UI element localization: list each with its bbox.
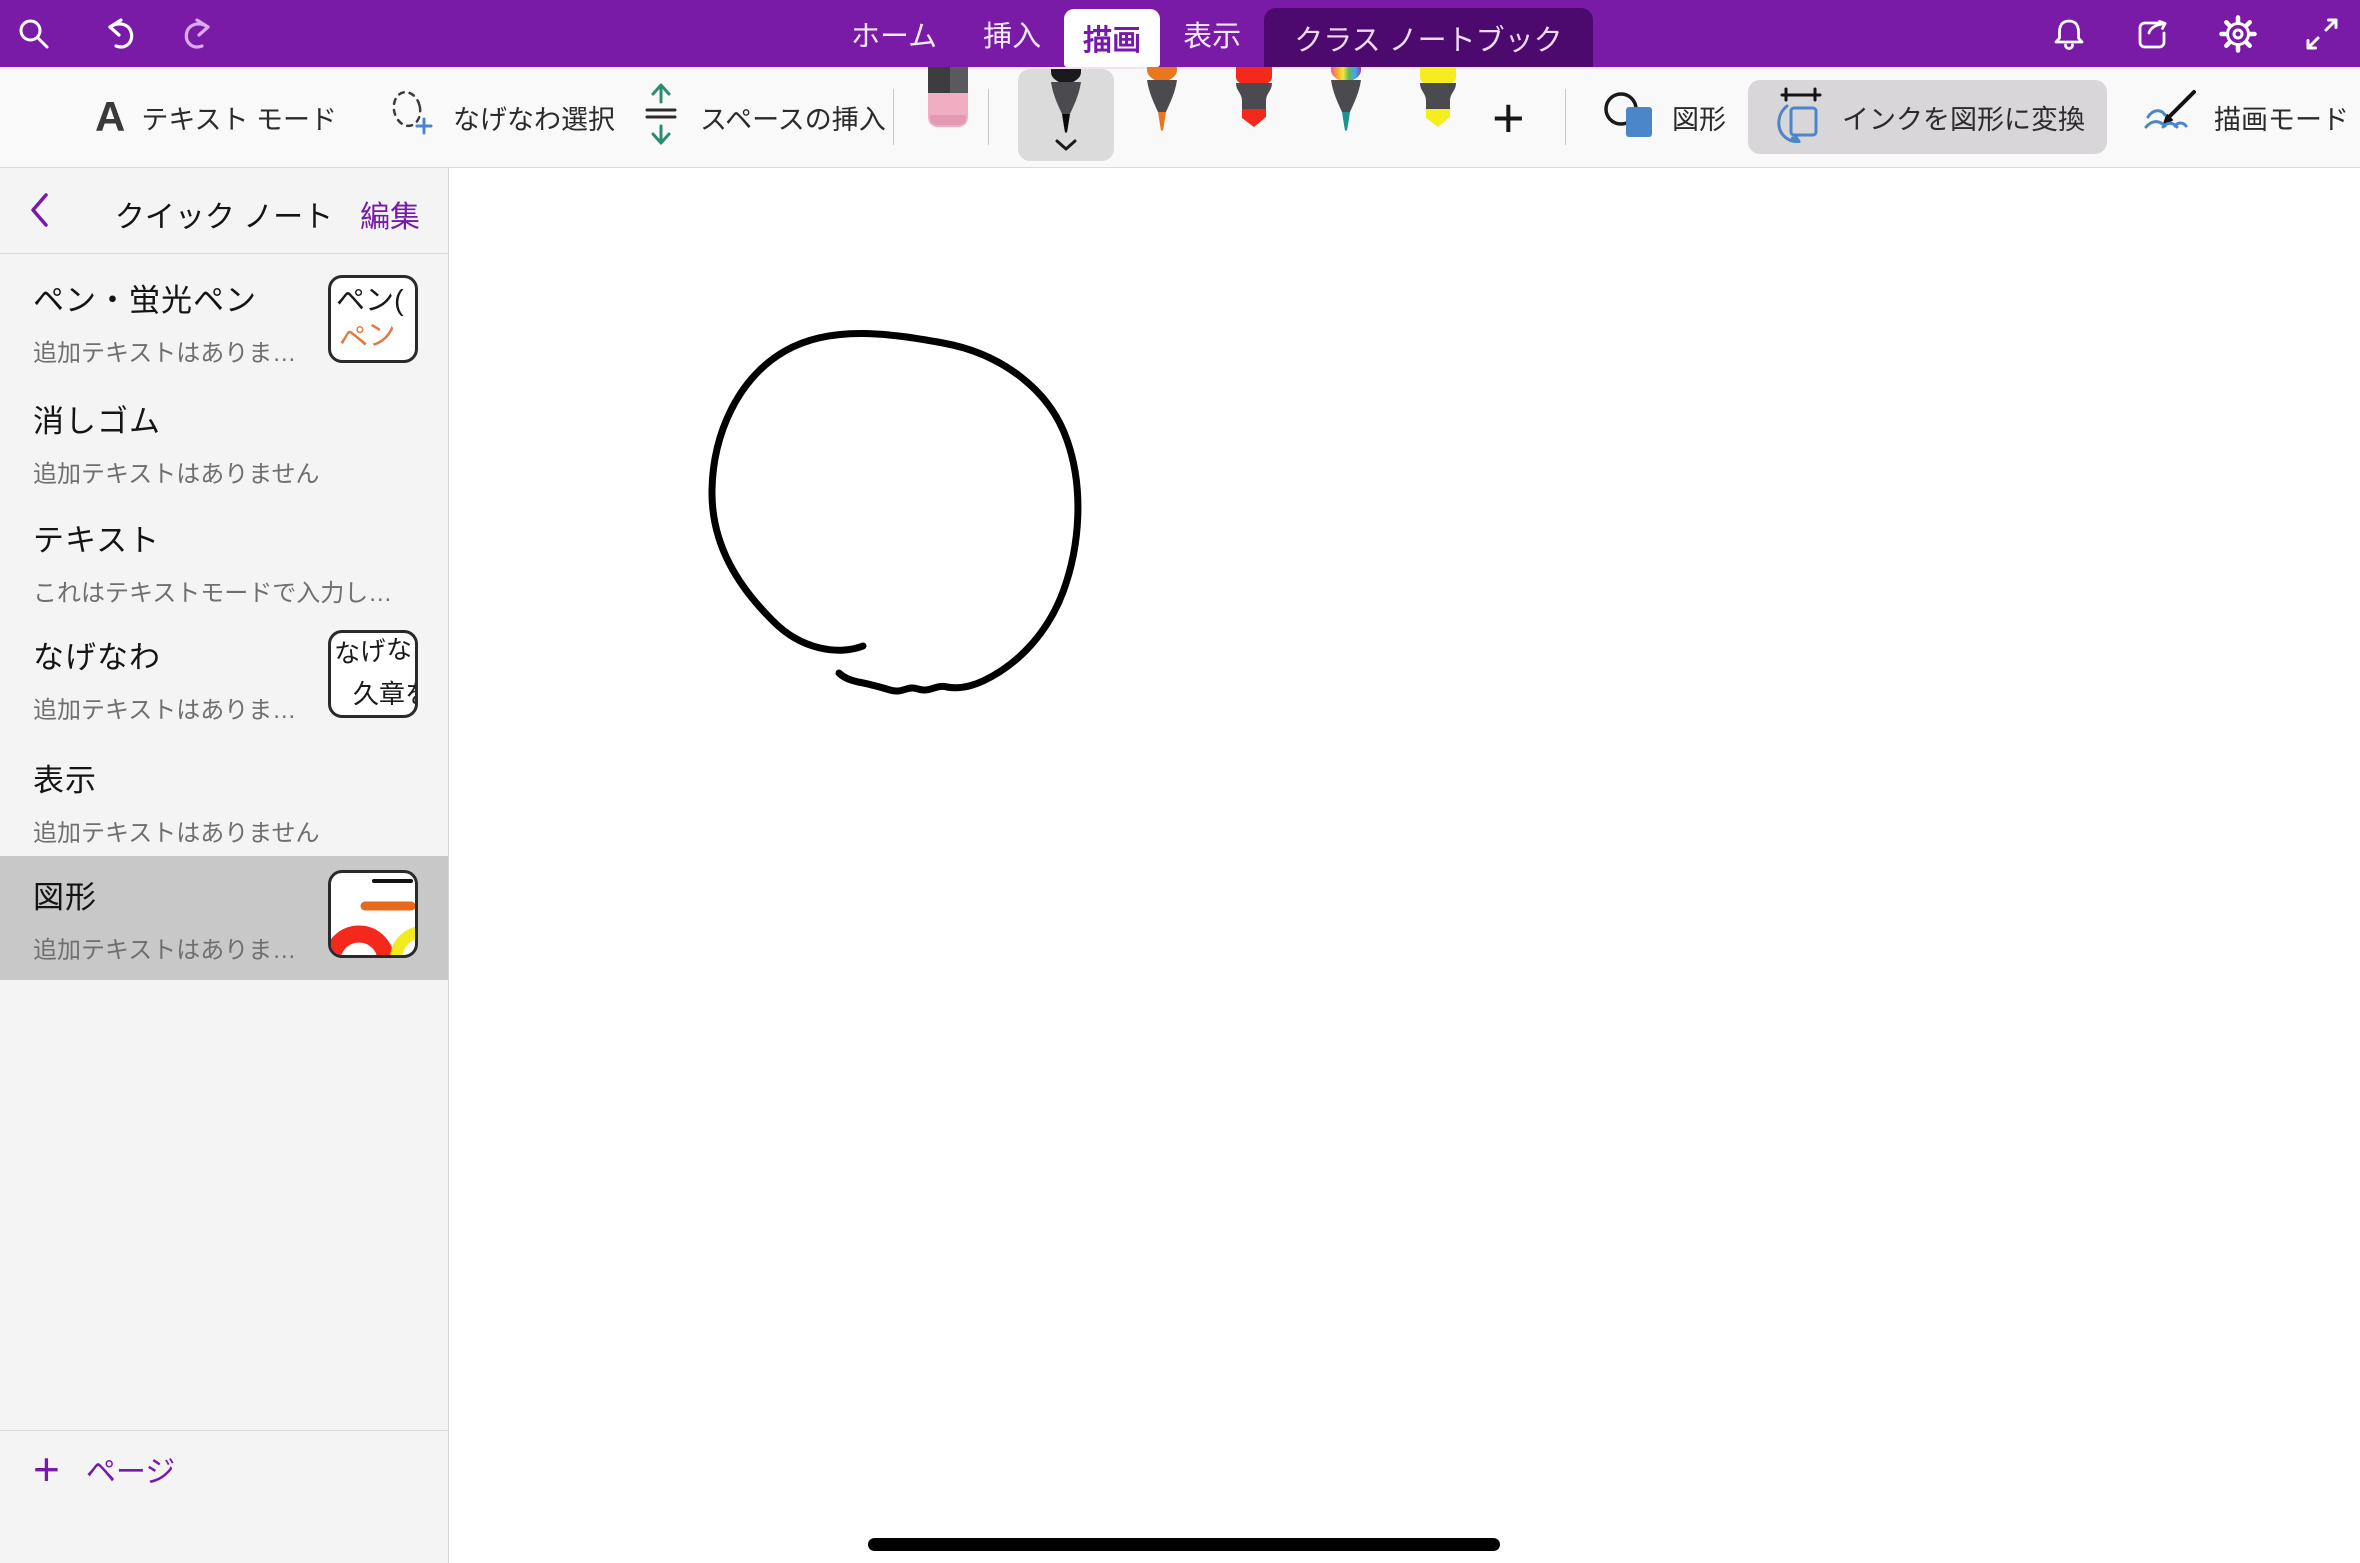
sidebar-header: クイック ノート 編集	[0, 168, 448, 254]
text-mode-button[interactable]: A テキスト モード	[95, 67, 337, 167]
thumb-ink-text-orange: ペン	[337, 317, 399, 357]
top-bar-left-actions	[16, 0, 220, 67]
shape-button[interactable]: 図形	[1602, 67, 1726, 167]
rainbow-pen-tool[interactable]	[1322, 67, 1370, 142]
insert-space-label: スペースの挿入	[700, 98, 886, 137]
top-app-bar: ホーム 挿入 描画 表示 クラス ノートブック	[0, 0, 2360, 67]
eraser-tool[interactable]	[922, 67, 974, 134]
chevron-down-icon	[1054, 139, 1078, 153]
insert-space-icon	[638, 82, 684, 153]
lasso-select-button[interactable]: なげなわ選択	[385, 67, 615, 167]
drawing-canvas[interactable]	[450, 168, 2360, 1563]
top-bar-right-actions	[2050, 0, 2340, 67]
add-page-button[interactable]: + ページ	[33, 1446, 175, 1492]
page-thumbnail[interactable]	[328, 870, 418, 958]
ink-stroke-circle[interactable]	[712, 333, 1078, 691]
page-item-text[interactable]: テキスト これはテキストモードで入力し…	[0, 503, 448, 608]
yellow-highlighter-tool[interactable]	[1412, 67, 1464, 138]
page-item-eraser[interactable]: 消しゴム 追加テキストはありません	[0, 384, 448, 489]
tab-class-notebook[interactable]: クラス ノートブック	[1264, 8, 1592, 67]
fullscreen-expand-icon[interactable]	[2304, 16, 2340, 52]
page-thumbnail[interactable]: ペン( ペン	[328, 275, 418, 363]
black-pen-icon	[1042, 69, 1090, 139]
add-pen-plus-glyph: +	[1492, 85, 1525, 150]
lasso-label: なげなわ選択	[453, 98, 615, 137]
ribbon-tab-strip: ホーム 挿入 描画 表示 クラス ノートブック	[828, 0, 1593, 67]
draw-mode-button[interactable]: 描画モード	[2140, 67, 2349, 167]
page-subtitle: これはテキストモードで入力し…	[33, 573, 448, 608]
page-thumbnail[interactable]: なげな 久章を	[328, 630, 418, 718]
page-item-view[interactable]: 表示 追加テキストはありません	[0, 743, 448, 848]
ink-to-shape-icon	[1770, 85, 1828, 150]
tab-draw-selected[interactable]: 描画	[1064, 9, 1160, 67]
lasso-icon	[385, 88, 437, 147]
bell-icon[interactable]	[2050, 15, 2088, 53]
thumb-ink-text-line2: 久章を	[353, 679, 415, 709]
divider	[988, 89, 989, 145]
plus-icon: +	[33, 1446, 60, 1492]
onenote-app-window: ホーム 挿入 描画 表示 クラス ノートブック	[0, 0, 2360, 1563]
draw-mode-label: 描画モード	[2214, 98, 2349, 137]
black-pen-tool-selected[interactable]	[1018, 69, 1114, 161]
orange-pen-tool[interactable]	[1138, 67, 1186, 142]
thumb-ink-text-black: ペン(	[336, 285, 404, 317]
page-title: 表示	[33, 755, 448, 800]
tab-view[interactable]: 表示	[1160, 0, 1264, 67]
redo-icon[interactable]	[182, 15, 220, 53]
text-mode-icon: A	[95, 96, 125, 138]
page-subtitle: 追加テキストはありません	[33, 813, 448, 848]
shape-icon	[1602, 88, 1656, 147]
red-marker-tool[interactable]	[1228, 67, 1280, 138]
tab-class-notebook-label: クラス ノートブック	[1294, 17, 1562, 59]
ink-to-shape-label: インクを図形に変換	[1842, 98, 2085, 137]
shape-label: 図形	[1672, 98, 1726, 137]
text-mode-label: テキスト モード	[141, 98, 337, 137]
tab-view-label: 表示	[1183, 13, 1241, 55]
ink-to-shape-button-active[interactable]: インクを図形に変換	[1748, 80, 2107, 154]
settings-gear-icon[interactable]	[2218, 14, 2258, 54]
divider	[1565, 89, 1566, 145]
tab-insert[interactable]: 挿入	[960, 0, 1064, 67]
insert-space-button[interactable]: スペースの挿入	[638, 67, 886, 167]
tab-home-label: ホーム	[851, 13, 937, 55]
divider	[0, 1430, 448, 1431]
tab-insert-label: 挿入	[983, 13, 1041, 55]
thumb-ink-text-line1: なげな	[333, 634, 413, 669]
undo-icon[interactable]	[98, 15, 136, 53]
page-title: テキスト	[33, 515, 448, 560]
add-pen-button[interactable]: +	[1492, 67, 1525, 167]
search-icon[interactable]	[16, 16, 52, 52]
tab-draw-label: 描画	[1083, 17, 1141, 59]
divider	[893, 89, 894, 145]
page-list-sidebar: クイック ノート 編集 ペン・蛍光ペン 追加テキストはありま… ペン( ペン 消…	[0, 168, 449, 1563]
draw-mode-icon	[2140, 89, 2198, 146]
edit-button[interactable]: 編集	[360, 192, 420, 236]
share-icon[interactable]	[2134, 15, 2172, 53]
ink-layer	[450, 168, 2360, 1563]
tab-home[interactable]: ホーム	[828, 0, 960, 67]
page-title: 消しゴム	[33, 396, 448, 441]
home-indicator[interactable]	[868, 1538, 1500, 1551]
draw-ribbon: A テキスト モード なげなわ選択 スペースの挿入	[0, 67, 2360, 168]
page-subtitle: 追加テキストはありません	[33, 454, 448, 489]
add-page-label: ページ	[86, 1447, 175, 1491]
